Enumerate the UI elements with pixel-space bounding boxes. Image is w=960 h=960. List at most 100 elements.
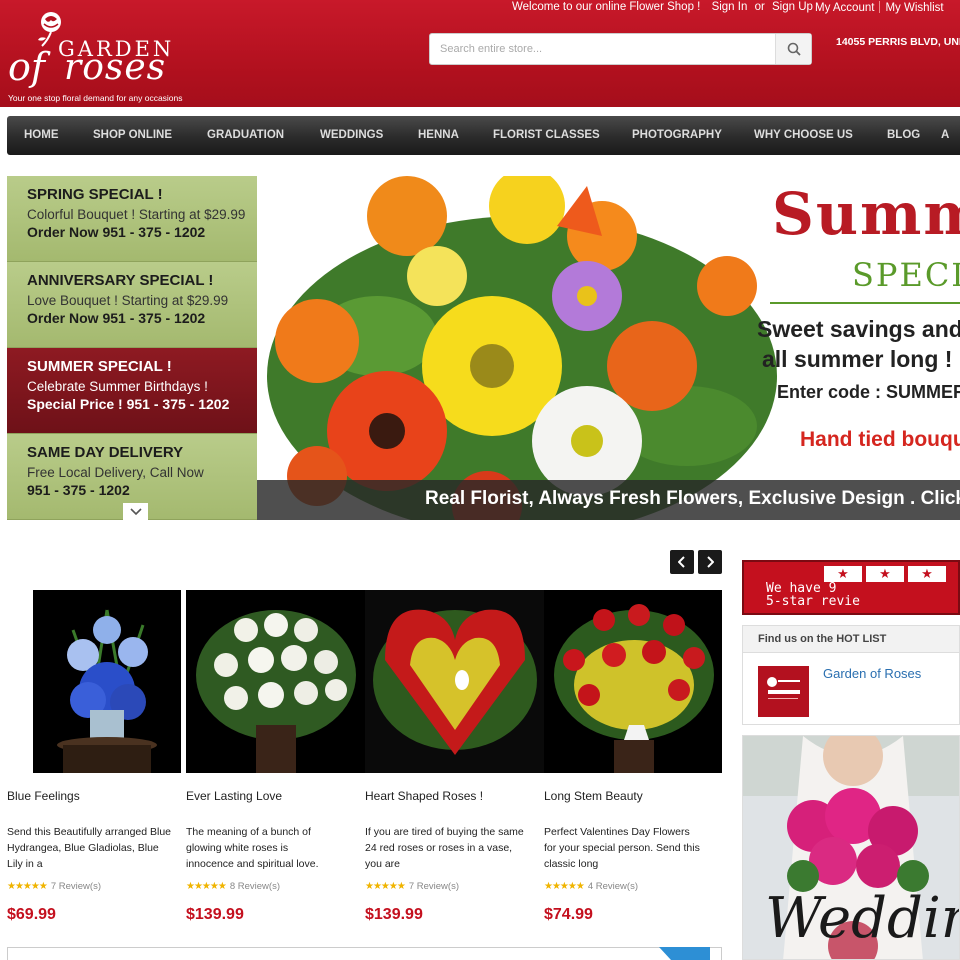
- banner-headline: Summ: [772, 180, 960, 248]
- review-stars: ★ ★ ★: [824, 565, 950, 583]
- product-image-long-stem-beauty[interactable]: [544, 590, 722, 773]
- product-photo: [544, 590, 722, 773]
- review-count-link[interactable]: 7 Review(s): [51, 881, 101, 892]
- review-count-link[interactable]: 7 Review(s): [409, 881, 459, 892]
- carousel-prev-button[interactable]: [670, 550, 694, 574]
- special-phone: Order Now 951 - 375 - 1202: [27, 224, 206, 240]
- special-description: Free Local Delivery, Call Now: [27, 465, 204, 480]
- product-name[interactable]: Blue Feelings: [7, 789, 80, 803]
- nav-item-home[interactable]: HOME: [24, 116, 59, 155]
- star-rating-icon: ★★★★★: [365, 881, 406, 892]
- banner-hand-tied: Hand tied bouqu: [800, 428, 960, 451]
- banner-promo-code: Enter code : SUMMER: [777, 382, 960, 402]
- product-photo: [365, 590, 544, 773]
- special-phone: Order Now 951 - 375 - 1202: [27, 310, 206, 326]
- product-rating: ★★★★★ 8 Review(s): [186, 881, 280, 892]
- product-photo: [186, 590, 365, 773]
- chevron-left-icon: [678, 556, 685, 568]
- site-logo[interactable]: GARDEN of roses Your one stop floral dem…: [6, 10, 206, 105]
- search-button[interactable]: [775, 34, 811, 64]
- nav-item-weddings[interactable]: WEDDINGS: [320, 116, 383, 155]
- special-description: Love Bouquet ! Starting at $29.99: [27, 293, 229, 308]
- product-name[interactable]: Long Stem Beauty: [544, 789, 643, 803]
- search-input[interactable]: [430, 34, 775, 64]
- product-rating: ★★★★★ 7 Review(s): [365, 881, 459, 892]
- my-account-link[interactable]: My Account: [815, 2, 874, 14]
- star-icon: ★: [908, 566, 946, 582]
- product-image-blue-feelings[interactable]: [33, 590, 181, 773]
- specials-menu: SPRING SPECIAL ! Colorful Bouquet ! Star…: [7, 176, 257, 520]
- nav-item-more[interactable]: A: [941, 116, 949, 155]
- chevron-down-icon: [129, 507, 142, 515]
- product-description: If you are tired of buying the same 24 r…: [365, 826, 524, 870]
- nav-item-photography[interactable]: PHOTOGRAPHY: [632, 116, 722, 155]
- review-count-link[interactable]: 4 Review(s): [588, 881, 638, 892]
- star-icon: ★: [824, 566, 862, 582]
- welcome-text: Welcome to our online Flower Shop !: [512, 1, 701, 13]
- welcome-bar: Welcome to our online Flower Shop ! Sign…: [512, 1, 813, 13]
- wedding-heading: Wedding: [765, 886, 959, 951]
- account-links: My Account My Wishlist: [815, 1, 944, 14]
- star-rating-icon: ★★★★★: [7, 881, 48, 892]
- special-title: SPRING SPECIAL !: [27, 186, 163, 203]
- flower-bouquet-image: [257, 176, 782, 520]
- hotlist-business-link[interactable]: Garden of Roses: [823, 666, 921, 681]
- site-header: GARDEN of roses Your one stop floral dem…: [0, 0, 960, 107]
- nav-item-graduation[interactable]: GRADUATION: [207, 116, 284, 155]
- banner-divider: [770, 302, 960, 304]
- nav-item-henna[interactable]: HENNA: [418, 116, 459, 155]
- nav-item-shop-online[interactable]: SHOP ONLINE: [93, 116, 172, 155]
- rose-icon: [758, 666, 809, 717]
- special-description: Celebrate Summer Birthdays !: [27, 379, 208, 394]
- nav-item-florist-classes[interactable]: FLORIST CLASSES: [493, 116, 600, 155]
- product-rating: ★★★★★ 7 Review(s): [7, 881, 101, 892]
- special-description: Colorful Bouquet ! Starting at $29.99: [27, 207, 246, 222]
- review-count-link[interactable]: 8 Review(s): [230, 881, 280, 892]
- star-rating-icon: ★★★★★: [544, 881, 585, 892]
- or-text: or: [754, 1, 765, 13]
- product-price: $74.99: [544, 906, 593, 923]
- product-description: Send this Beautifully arranged Blue Hydr…: [7, 826, 172, 870]
- product-photo: [33, 590, 181, 773]
- link-divider: [879, 1, 881, 13]
- five-star-reviews-banner[interactable]: ★ ★ ★ We have 9 5-star revie: [742, 560, 960, 615]
- wedding-promo[interactable]: Wedding: [742, 735, 960, 960]
- special-phone: Special Price ! 951 - 375 - 1202: [27, 396, 230, 412]
- product-image-ever-lasting-love[interactable]: [186, 590, 365, 773]
- sign-up-link[interactable]: Sign Up: [772, 1, 813, 13]
- banner-caption-bar: Real Florist, Always Fresh Flowers, Excl…: [257, 480, 960, 520]
- main-nav: HOME SHOP ONLINE GRADUATION WEDDINGS HEN…: [7, 116, 960, 155]
- hotlist-widget: Find us on the HOT LIST Garden of Roses: [742, 625, 960, 725]
- logo-text-of: of: [8, 45, 45, 89]
- search-box: [429, 33, 812, 65]
- banner-savings-line-1: Sweet savings and: [757, 316, 960, 342]
- special-anniversary[interactable]: ANNIVERSARY SPECIAL ! Love Bouquet ! Sta…: [7, 262, 257, 348]
- nav-item-blog[interactable]: BLOG: [887, 116, 920, 155]
- store-address: 14055 PERRIS BLVD, UNIT: [836, 36, 960, 48]
- special-title: SAME DAY DELIVERY: [27, 444, 184, 461]
- product-price: $69.99: [7, 906, 56, 923]
- nav-item-why-choose-us[interactable]: WHY CHOOSE US: [754, 116, 853, 155]
- specials-scroll-down-button[interactable]: [123, 503, 148, 520]
- bottom-panel: [7, 947, 722, 960]
- special-summer[interactable]: SUMMER SPECIAL ! Celebrate Summer Birthd…: [7, 348, 257, 434]
- product-price: $139.99: [186, 906, 244, 923]
- carousel-next-button[interactable]: [698, 550, 722, 574]
- banner-subhead: SPECI: [852, 256, 960, 294]
- product-price: $139.99: [365, 906, 423, 923]
- banner-savings-line-2: all summer long !: [762, 346, 953, 372]
- sign-in-link[interactable]: Sign In: [712, 1, 748, 13]
- special-phone: 951 - 375 - 1202: [27, 482, 130, 498]
- product-name[interactable]: Ever Lasting Love: [186, 789, 282, 803]
- special-spring[interactable]: SPRING SPECIAL ! Colorful Bouquet ! Star…: [7, 176, 257, 262]
- hotlist-title: Find us on the HOT LIST: [743, 626, 959, 653]
- my-wishlist-link[interactable]: My Wishlist: [885, 2, 943, 14]
- hotlist-logo[interactable]: [758, 666, 809, 717]
- logo-tagline: Your one stop floral demand for any occa…: [8, 93, 183, 103]
- hero-banner[interactable]: Summ SPECI Sweet savings and all summer …: [257, 176, 960, 520]
- product-image-heart-shaped-roses[interactable]: [365, 590, 544, 773]
- special-title: ANNIVERSARY SPECIAL !: [27, 272, 214, 289]
- product-name[interactable]: Heart Shaped Roses !: [365, 789, 483, 803]
- product-description: Perfect Valentines Day Flowers for your …: [544, 826, 700, 870]
- logo-text-roses: roses: [64, 47, 167, 88]
